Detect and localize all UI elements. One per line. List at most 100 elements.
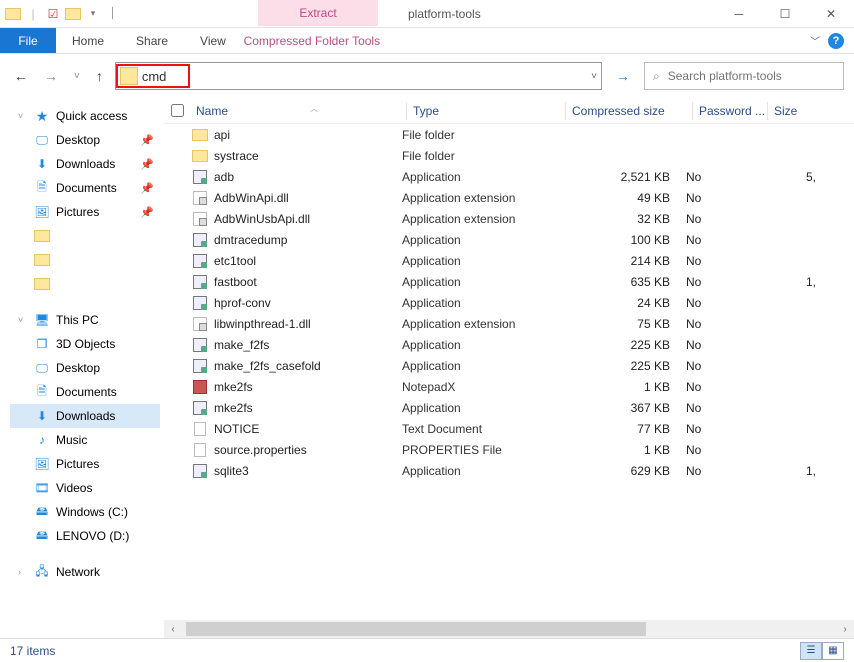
help-icon[interactable]: ? (828, 33, 844, 49)
network-node[interactable]: › 🖧 Network (10, 560, 160, 584)
file-row[interactable]: api File folder (164, 124, 854, 145)
sidebar-item-desktop[interactable]: 🖵 Desktop 📌 (10, 128, 160, 152)
close-button[interactable]: ✕ (808, 0, 854, 27)
sidebar-item-pictures[interactable]: 🖼 Pictures 📌 (10, 200, 160, 224)
scroll-left-icon[interactable]: ‹ (164, 624, 182, 635)
file-password: No (686, 464, 760, 478)
thumbnails-view-button[interactable]: ▦ (822, 642, 844, 660)
quick-access-node[interactable]: ˅ ★ Quick access (10, 104, 160, 128)
sidebar-item-desktop[interactable]: 🖵 Desktop (10, 356, 160, 380)
column-name[interactable]: Name︿ (190, 104, 406, 118)
home-tab[interactable]: Home (56, 28, 120, 53)
minimize-button[interactable]: ─ (716, 0, 762, 27)
address-bar[interactable]: ˅ (115, 62, 602, 90)
file-row[interactable]: make_f2fs Application 225 KB No (164, 334, 854, 355)
file-row[interactable]: AdbWinApi.dll Application extension 49 K… (164, 187, 854, 208)
qat-dropdown-icon[interactable]: ▾ (84, 5, 102, 23)
back-button[interactable]: ← (10, 64, 32, 88)
sidebar-item-pictures[interactable]: 🖼 Pictures (10, 452, 160, 476)
up-button[interactable]: ↑ (92, 64, 107, 88)
file-compressed-size: 100 KB (560, 233, 686, 247)
go-button[interactable]: → (610, 68, 636, 84)
file-row[interactable]: make_f2fs_casefold Application 225 KB No (164, 355, 854, 376)
sidebar-item-lenovo-d-[interactable]: 🖴 LENOVO (D:) (10, 524, 160, 548)
scroll-right-icon[interactable]: › (836, 624, 854, 635)
this-pc-node[interactable]: ˅ 🖥 This PC (10, 308, 160, 332)
ribbon-collapse-icon[interactable]: ﹀ (810, 33, 820, 48)
view-tab[interactable]: View (184, 28, 242, 53)
file-row[interactable]: AdbWinUsbApi.dll Application extension 3… (164, 208, 854, 229)
column-compressed-size[interactable]: Compressed size (566, 104, 692, 118)
search-input[interactable] (668, 69, 835, 83)
compressed-folder-tools-tab[interactable]: Compressed Folder Tools (242, 28, 382, 53)
sidebar-item-videos[interactable]: 🎞 Videos (10, 476, 160, 500)
file-type: Application extension (402, 317, 560, 331)
share-tab[interactable]: Share (120, 28, 184, 53)
file-row[interactable]: mke2fs Application 367 KB No (164, 397, 854, 418)
file-row[interactable]: hprof-conv Application 24 KB No (164, 292, 854, 313)
sidebar-item-folder[interactable] (10, 272, 160, 296)
qat-overflow-icon[interactable]: │ (104, 5, 122, 23)
maximize-button[interactable]: ☐ (762, 0, 808, 27)
sidebar-item-downloads[interactable]: ⬇ Downloads (10, 404, 160, 428)
scroll-thumb[interactable] (186, 622, 646, 636)
file-list-pane: Name︿ Type Compressed size Password ... … (164, 98, 854, 638)
sidebar-item-label: Downloads (56, 157, 115, 171)
column-size[interactable]: Size (768, 104, 828, 118)
expand-icon[interactable]: › (18, 567, 28, 577)
horizontal-scrollbar[interactable]: ‹ › (164, 620, 854, 638)
forward-button[interactable]: → (40, 64, 62, 88)
sidebar-item-folder[interactable] (10, 224, 160, 248)
search-box[interactable]: ⌕ (644, 62, 844, 90)
documents-icon: 🗎 (34, 180, 50, 196)
file-row[interactable]: systrace File folder (164, 145, 854, 166)
file-row[interactable]: dmtracedump Application 100 KB No (164, 229, 854, 250)
sidebar-item-3d-objects[interactable]: ❒ 3D Objects (10, 332, 160, 356)
file-name: mke2fs (214, 401, 253, 415)
sidebar-item-windows-c-[interactable]: 🖴 Windows (C:) (10, 500, 160, 524)
file-row[interactable]: adb Application 2,521 KB No 5, (164, 166, 854, 187)
properties-icon[interactable]: ☑ (44, 5, 62, 23)
file-type: Application (402, 338, 560, 352)
file-row[interactable]: etc1tool Application 214 KB No (164, 250, 854, 271)
file-row[interactable]: mke2fs NotepadX 1 KB No (164, 376, 854, 397)
file-type: File folder (402, 149, 560, 163)
sidebar-item-folder[interactable] (10, 248, 160, 272)
recent-dropdown-icon[interactable]: ˅ (70, 67, 84, 86)
column-password[interactable]: Password ... (693, 104, 767, 118)
file-row[interactable]: source.properties PROPERTIES File 1 KB N… (164, 439, 854, 460)
file-password: No (686, 233, 760, 247)
file-password: No (686, 401, 760, 415)
expand-icon[interactable]: ˅ (18, 111, 28, 121)
file-tab[interactable]: File (0, 28, 56, 53)
application-icon (192, 358, 208, 374)
details-view-button[interactable]: ☰ (800, 642, 822, 660)
file-row[interactable]: libwinpthread-1.dll Application extensio… (164, 313, 854, 334)
expand-icon[interactable]: ˅ (18, 315, 28, 325)
file-type: Application (402, 359, 560, 373)
sidebar-item-music[interactable]: ♪ Music (10, 428, 160, 452)
column-type[interactable]: Type (407, 104, 565, 118)
application-icon (192, 295, 208, 311)
file-row[interactable]: NOTICE Text Document 77 KB No (164, 418, 854, 439)
sidebar-item-downloads[interactable]: ⬇ Downloads 📌 (10, 152, 160, 176)
file-name: systrace (214, 149, 259, 163)
sidebar-item-documents[interactable]: 🗎 Documents (10, 380, 160, 404)
folder-icon[interactable] (64, 5, 82, 23)
navigation-pane[interactable]: ˅ ★ Quick access 🖵 Desktop 📌 ⬇ Downloads… (0, 98, 164, 638)
file-name: mke2fs (214, 380, 253, 394)
status-bar: 17 items ☰ ▦ (0, 638, 854, 662)
pc-icon: 🖥 (34, 312, 50, 328)
sidebar-item-documents[interactable]: 🗎 Documents 📌 (10, 176, 160, 200)
select-all-checkbox[interactable] (164, 104, 190, 117)
column-name-label: Name (196, 104, 228, 118)
file-password: No (686, 254, 760, 268)
file-compressed-size: 2,521 KB (560, 170, 686, 184)
file-type: Application (402, 401, 560, 415)
file-row[interactable]: sqlite3 Application 629 KB No 1, (164, 460, 854, 481)
file-row[interactable]: fastboot Application 635 KB No 1, (164, 271, 854, 292)
address-input[interactable] (142, 69, 182, 84)
sidebar-item-label: Desktop (56, 361, 100, 375)
file-name: make_f2fs (214, 338, 269, 352)
address-dropdown-icon[interactable]: ˅ (591, 71, 597, 82)
